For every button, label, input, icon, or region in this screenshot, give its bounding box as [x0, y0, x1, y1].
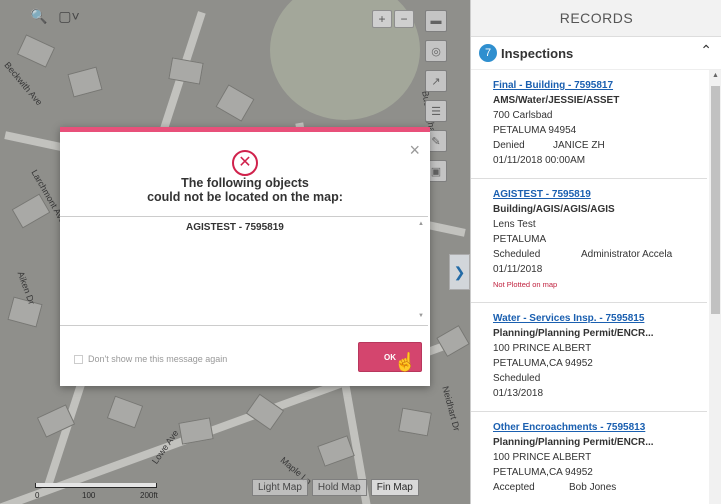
record-city: PETALUMA,CA 94952 — [493, 467, 593, 478]
record-city: PETALUMA — [493, 234, 547, 245]
record-status: Scheduled — [493, 373, 541, 384]
record-address: 700 Carlsbad — [493, 110, 553, 121]
record-assignee: JANICE ZH — [553, 140, 605, 151]
scroll-up-icon[interactable]: ▲ — [418, 221, 424, 227]
record-status: Accepted — [493, 482, 535, 493]
chevron-up-icon[interactable]: ⌃ — [700, 42, 712, 59]
records-header: RECORDS — [471, 0, 721, 37]
record-address: 100 PRINCE ALBERT — [493, 452, 592, 463]
not-plotted-note: Not Plotted on map — [493, 280, 558, 289]
record-link[interactable]: Final - Building - 7595817 — [493, 78, 707, 93]
record-type: Building/AGIS/AGIS/AGIS — [493, 204, 615, 215]
record-type: AMS/Water/JESSIE/ASSET — [493, 95, 620, 106]
records-list: Final - Building - 7595817 AMS/Water/JES… — [471, 70, 707, 504]
record-type: Planning/Planning Permit/ENCR... — [493, 437, 654, 448]
section-title: Inspections — [501, 45, 574, 61]
records-panel: RECORDS 7 Inspections ⌃ Final - Building… — [470, 0, 721, 504]
record-item[interactable]: Water - Services Insp. - 7595815 Plannin… — [471, 303, 707, 412]
dont-show-option: Don't show me this message again — [74, 354, 227, 364]
record-address: Lens Test — [493, 219, 536, 230]
record-status: Scheduled — [493, 249, 541, 260]
record-item[interactable]: Final - Building - 7595817 AMS/Water/JES… — [471, 70, 707, 179]
record-link[interactable]: AGISTEST - 7595819 — [493, 187, 707, 202]
records-scrollbar[interactable]: ▲ — [709, 70, 721, 504]
record-status: Denied — [493, 140, 525, 151]
dialog-message: The following objects could not be locat… — [60, 176, 430, 204]
record-link[interactable]: Water - Services Insp. - 7595815 — [493, 311, 707, 326]
record-date: 01/13/2018 — [493, 388, 544, 399]
record-assignee: Bob Jones — [569, 482, 617, 493]
scroll-up-icon[interactable]: ▲ — [712, 72, 719, 79]
record-assignee: Administrator Accela — [581, 249, 673, 260]
list-scrollbar[interactable]: ▲ ▼ — [418, 221, 426, 319]
close-icon[interactable]: × — [409, 141, 420, 159]
hand-cursor-icon: ☝ — [394, 352, 417, 372]
record-date: 01/11/2018 00:00AM — [493, 155, 586, 166]
inspections-section-header[interactable]: 7 Inspections — [471, 37, 721, 70]
unlocated-objects-list[interactable]: AGISTEST - 7595819 ▲ ▼ — [60, 216, 428, 326]
dont-show-label: Don't show me this message again — [88, 354, 228, 364]
error-icon: ✕ — [232, 150, 258, 176]
count-badge: 7 — [479, 44, 497, 62]
record-date: 01/11/2018 — [493, 264, 543, 275]
record-item[interactable]: Other Encroachments - 7595813 Planning/P… — [471, 412, 707, 504]
scroll-down-icon[interactable]: ▼ — [418, 313, 424, 319]
dont-show-checkbox[interactable] — [74, 354, 83, 364]
record-type: Planning/Planning Permit/ENCR... — [493, 328, 654, 339]
dialog-message-line2: could not be located on the map: — [147, 190, 343, 204]
dialog-message-line1: The following objects — [181, 176, 309, 190]
record-address: 100 PRINCE ALBERT — [493, 343, 592, 354]
record-city: PETALUMA 94954 — [493, 125, 577, 136]
scrollbar-thumb[interactable] — [711, 86, 720, 314]
record-item[interactable]: AGISTEST - 7595819 Building/AGIS/AGIS/AG… — [471, 179, 707, 303]
record-link[interactable]: Other Encroachments - 7595813 — [493, 420, 707, 435]
record-city: PETALUMA,CA 94952 — [493, 358, 593, 369]
not-located-dialog: × ✕ The following objects could not be l… — [60, 127, 430, 386]
list-item: AGISTEST - 7595819 — [186, 222, 284, 233]
